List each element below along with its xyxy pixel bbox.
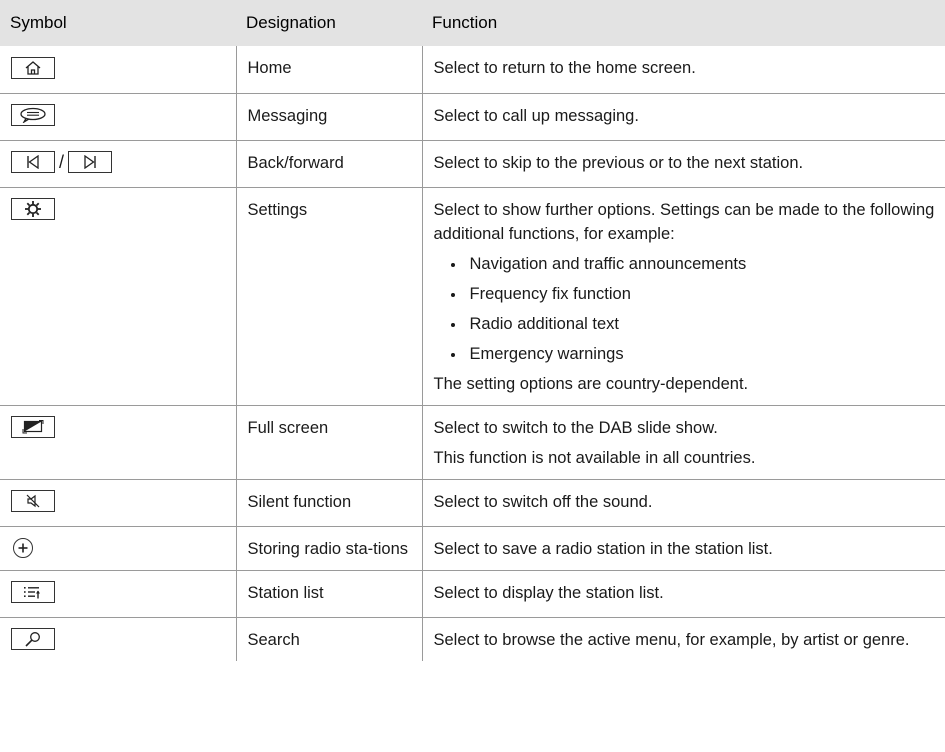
- home-icon: [11, 56, 55, 79]
- add-station-icon: [13, 538, 33, 559]
- function-text: Select to display the station list.: [433, 583, 664, 602]
- table-row: Storing radio sta-tions Select to save a…: [0, 526, 945, 571]
- list-item: Emergency warnings: [466, 342, 936, 366]
- fullscreen-icon: [11, 416, 55, 439]
- search-icon: [11, 628, 55, 651]
- function-cell: Select to skip to the previous or to the…: [421, 140, 945, 188]
- list-item: Frequency fix function: [466, 282, 936, 306]
- symbol-cell: [0, 46, 236, 94]
- header-function: Function: [422, 0, 945, 46]
- list-item: Radio additional text: [466, 312, 936, 336]
- mute-icon: [11, 490, 55, 513]
- designation-cell: Messaging: [235, 93, 422, 141]
- function-cell: Select to browse the active menu, for ex…: [421, 617, 945, 661]
- messaging-icon: [11, 104, 55, 127]
- settings-icon: [11, 198, 55, 221]
- function-table: Symbol Designation Function Home Select …: [0, 0, 945, 661]
- function-note: The setting options are country-dependen…: [433, 374, 749, 393]
- table-row: Home Select to return to the home screen…: [0, 46, 945, 94]
- header-row: Symbol Designation Function: [0, 0, 945, 46]
- symbol-cell: [0, 187, 236, 406]
- designation-cell: Settings: [235, 187, 422, 406]
- designation-cell: Search: [235, 617, 422, 661]
- back-icon: [11, 151, 55, 174]
- function-text: Select to browse the active menu, for ex…: [433, 630, 910, 649]
- designation-cell: Back/forward: [235, 140, 422, 188]
- symbol-cell: [0, 93, 236, 141]
- table-row: Station list Select to display the stati…: [0, 570, 945, 618]
- table-row: Full screen Select to switch to the DAB …: [0, 405, 945, 480]
- function-text: Select to switch off the sound.: [433, 492, 653, 511]
- function-text: Select to switch to the DAB slide show.: [433, 418, 718, 437]
- header-designation: Designation: [236, 0, 422, 46]
- forward-icon: [68, 151, 113, 174]
- function-cell: Select to save a radio station in the st…: [421, 526, 945, 571]
- designation-cell: Full screen: [235, 405, 422, 480]
- function-text: Select to skip to the previous or to the…: [433, 153, 804, 172]
- symbol-separator: /: [59, 152, 65, 173]
- designation-cell: Storing radio sta-tions: [235, 526, 422, 571]
- header-symbol: Symbol: [0, 0, 236, 46]
- list-item: Navigation and traffic announcements: [466, 252, 936, 276]
- symbol-cell: [0, 570, 236, 618]
- function-cell: Select to show further options. Settings…: [421, 187, 945, 406]
- function-cell: Select to call up messaging.: [421, 93, 945, 141]
- table-row: Silent function Select to switch off the…: [0, 479, 945, 527]
- function-cell: Select to return to the home screen.: [421, 46, 945, 94]
- table-row: Search Select to browse the active menu,…: [0, 617, 945, 661]
- designation-cell: Silent function: [235, 479, 422, 527]
- designation-cell: Home: [235, 46, 422, 94]
- symbol-cell: [0, 479, 236, 527]
- symbol-cell: [0, 617, 236, 661]
- function-cell: Select to display the station list.: [421, 570, 945, 618]
- function-text: This function is not available in all co…: [433, 448, 756, 467]
- function-cell: Select to switch off the sound.: [421, 479, 945, 527]
- function-text: Select to save a radio station in the st…: [433, 539, 773, 558]
- function-text: Select to call up messaging.: [433, 106, 639, 125]
- symbol-cell: [0, 405, 236, 480]
- table-row: Messaging Select to call up messaging.: [0, 93, 945, 141]
- table-row: / Back/forward Select to skip to the pre…: [0, 140, 945, 188]
- function-text: Select to show further options. Settings…: [433, 200, 935, 243]
- designation-cell: Station list: [235, 570, 422, 618]
- symbol-cell: [0, 526, 236, 571]
- station-list-icon: [11, 581, 55, 604]
- options-list: Navigation and traffic announcements Fre…: [434, 252, 936, 366]
- symbol-cell: /: [0, 140, 236, 188]
- function-cell: Select to switch to the DAB slide show. …: [421, 405, 945, 480]
- table-row: Settings Select to show further options.…: [0, 187, 945, 406]
- function-text: Select to return to the home screen.: [433, 59, 696, 77]
